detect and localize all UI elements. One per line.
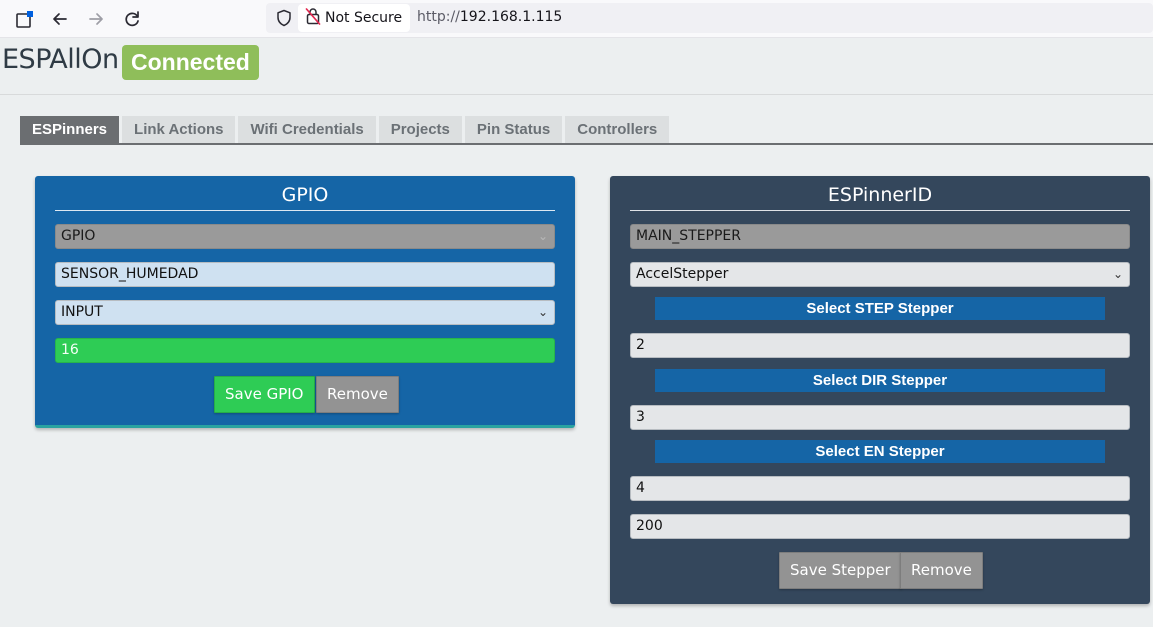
save-gpio-button[interactable]: Save GPIO — [214, 376, 315, 413]
address-bar[interactable]: Not Secure http://192.168.1.115 — [266, 3, 1153, 33]
step-pin-input[interactable]: 2 — [630, 333, 1130, 358]
app-title: ESPAllOn — [2, 44, 119, 75]
tab-underline — [20, 143, 1153, 145]
security-label: Not Secure — [325, 10, 403, 26]
stepper-driver-value: AccelStepper — [636, 266, 729, 282]
en-pin-label: Select EN Stepper — [655, 440, 1105, 463]
browser-toolbar: Not Secure http://192.168.1.115 — [0, 0, 1153, 38]
gpio-name-value: SENSOR_HUMEDAD — [61, 266, 199, 282]
stepper-card: ESPinnerID MAIN_STEPPER AccelStepper ⌄ S… — [610, 176, 1150, 604]
chevron-down-icon: ⌄ — [537, 229, 548, 243]
save-stepper-button[interactable]: Save Stepper — [779, 552, 902, 589]
gpio-card: GPIO GPIO ⌄ SENSOR_HUMEDAD INPUT ⌄ 16 Sa… — [35, 176, 575, 428]
gpio-name-input[interactable]: SENSOR_HUMEDAD — [55, 262, 555, 287]
site-security-indicator[interactable]: Not Secure — [298, 4, 411, 32]
tab-controllers[interactable]: Controllers — [565, 116, 670, 144]
gpio-mode-select[interactable]: INPUT ⌄ — [55, 300, 555, 325]
forward-icon[interactable] — [85, 8, 107, 30]
url-host: 192.168.1.115 — [459, 9, 563, 25]
chevron-down-icon: ⌄ — [537, 305, 548, 319]
remove-gpio-button[interactable]: Remove — [316, 376, 399, 413]
espinner-id-value: MAIN_STEPPER — [636, 228, 741, 244]
stepper-driver-select[interactable]: AccelStepper ⌄ — [630, 262, 1130, 287]
dir-pin-value: 3 — [636, 409, 645, 425]
remove-stepper-button[interactable]: Remove — [900, 552, 983, 589]
tab-espinners[interactable]: ESPinners — [20, 116, 120, 144]
main-tabs: ESPinners Link Actions Wifi Credentials … — [20, 116, 670, 145]
gpio-pin-input[interactable]: 16 — [55, 338, 555, 363]
tab-link-actions[interactable]: Link Actions — [122, 116, 236, 144]
tab-projects[interactable]: Projects — [378, 116, 462, 144]
insecure-lock-icon — [305, 7, 321, 29]
gpio-card-title: GPIO — [281, 184, 329, 206]
espinner-id-input[interactable]: MAIN_STEPPER — [630, 224, 1130, 249]
dir-pin-input[interactable]: 3 — [630, 405, 1130, 430]
page-body: ESPAllOn Connected ESPinners Link Action… — [0, 38, 1153, 627]
dir-pin-label: Select DIR Stepper — [655, 369, 1105, 392]
en-pin-input[interactable]: 4 — [630, 476, 1130, 501]
stepper-speed-value: 200 — [636, 518, 663, 534]
gpio-mode-value: INPUT — [61, 304, 103, 320]
stepper-speed-input[interactable]: 200 — [630, 514, 1130, 539]
tab-pin-status[interactable]: Pin Status — [464, 116, 563, 144]
connection-status-badge: Connected — [122, 45, 259, 80]
stepper-card-divider — [630, 210, 1130, 211]
chevron-down-icon: ⌄ — [1112, 267, 1123, 281]
url-text[interactable]: http://192.168.1.115 — [417, 9, 562, 25]
step-pin-label: Select STEP Stepper — [655, 297, 1105, 320]
espinner-type-value: GPIO — [61, 228, 96, 244]
reload-icon[interactable] — [121, 8, 143, 30]
gpio-card-divider — [55, 210, 555, 211]
back-icon[interactable] — [49, 8, 71, 30]
tracking-protection-shield-icon[interactable] — [274, 8, 294, 28]
en-pin-value: 4 — [636, 480, 645, 496]
sidebar-toggle-icon[interactable] — [14, 8, 36, 30]
gpio-pin-value: 16 — [61, 342, 79, 358]
espinner-type-select[interactable]: GPIO ⌄ — [55, 224, 555, 249]
tab-wifi-credentials[interactable]: Wifi Credentials — [238, 116, 376, 144]
stepper-card-title: ESPinnerID — [827, 184, 933, 206]
app-header: ESPAllOn Connected — [0, 38, 1153, 95]
url-scheme: http:// — [417, 9, 460, 25]
step-pin-value: 2 — [636, 337, 645, 353]
